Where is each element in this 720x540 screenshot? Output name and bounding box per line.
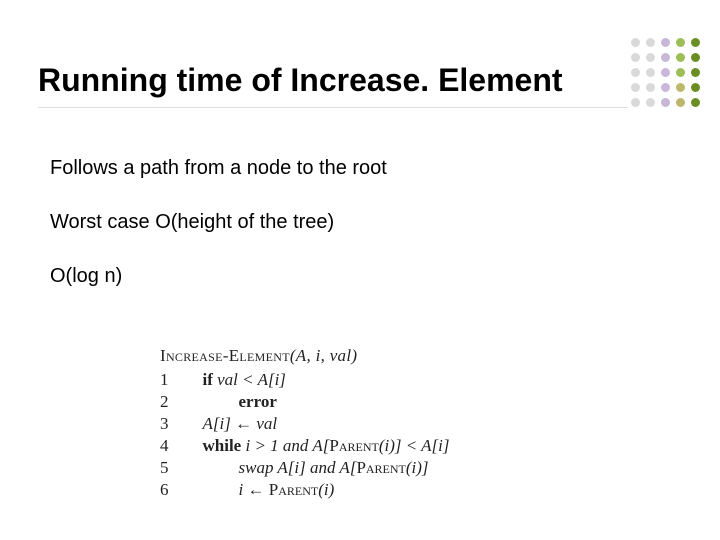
proc-args: (A, i, val) xyxy=(290,346,358,365)
code-line-1: if val < A[i] xyxy=(183,370,450,392)
code-line-3: A[i] ← val xyxy=(183,414,450,436)
body-text: Follows a path from a node to the root W… xyxy=(50,155,650,317)
decorative-dots xyxy=(631,38,700,107)
ln-4: 4 xyxy=(160,436,169,458)
proc-name: Increase-Element xyxy=(160,346,290,365)
code-line-4: while i > 1 and A[Parent(i)] < A[i] xyxy=(183,436,450,458)
ln-1: 1 xyxy=(160,370,169,392)
slide-title: Running time of Increase. Element xyxy=(38,62,628,108)
bullet-1: Follows a path from a node to the root xyxy=(50,155,650,181)
bullet-2: Worst case O(height of the tree) xyxy=(50,209,650,235)
code-line-5: swap A[i] and A[Parent(i)] xyxy=(183,458,450,480)
code-line-2: error xyxy=(183,392,450,414)
bullet-3: O(log n) xyxy=(50,263,650,289)
slide: Running time of Increase. Element Follow… xyxy=(0,0,720,540)
ln-6: 6 xyxy=(160,480,169,502)
pseudocode-block: Increase-Element(A, i, val) 1 2 3 4 5 6 … xyxy=(160,346,450,502)
ln-5: 5 xyxy=(160,458,169,480)
ln-3: 3 xyxy=(160,414,169,436)
procedure-header: Increase-Element(A, i, val) xyxy=(160,346,450,366)
code-line-6: i ← Parent(i) xyxy=(183,480,450,502)
line-numbers: 1 2 3 4 5 6 xyxy=(160,370,169,502)
code-lines: if val < A[i] error A[i] ← val while i >… xyxy=(183,370,450,502)
ln-2: 2 xyxy=(160,392,169,414)
